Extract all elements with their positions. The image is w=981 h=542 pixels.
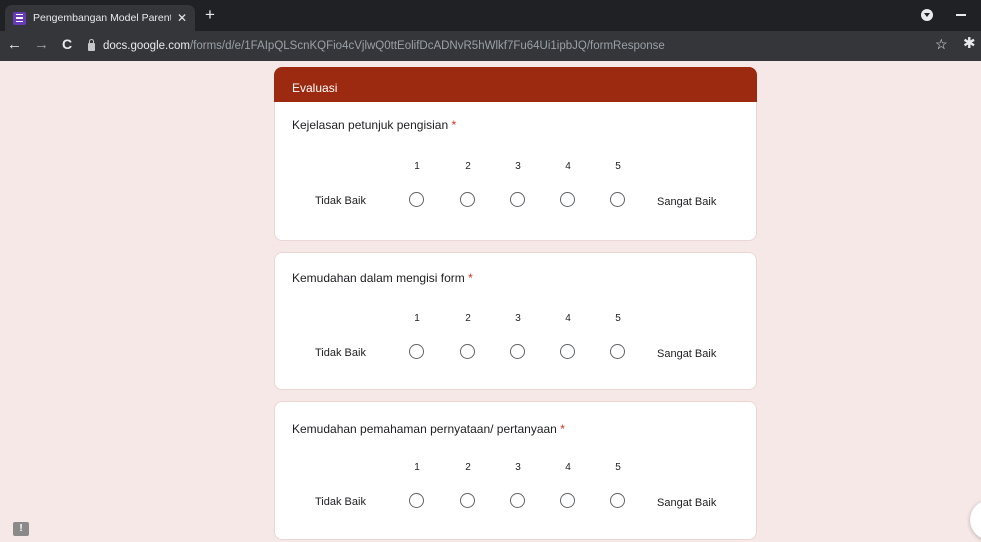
radio-option-4[interactable] (560, 493, 575, 508)
scale-number: 4 (565, 161, 571, 172)
reload-icon[interactable]: C (62, 37, 72, 51)
scale-number: 4 (565, 313, 571, 324)
question-text: Kemudahan dalam mengisi form (292, 271, 465, 285)
scale-number: 5 (615, 313, 621, 324)
radio-option-2[interactable] (460, 192, 475, 207)
radio-option-3[interactable] (510, 344, 525, 359)
scale-number: 5 (615, 161, 621, 172)
bookmark-star-icon[interactable]: ☆ (935, 37, 948, 51)
radio-option-2[interactable] (460, 344, 475, 359)
question-text: Kejelasan petunjuk pengisian (292, 118, 449, 132)
radio-option-1[interactable] (409, 493, 424, 508)
question-title: Kejelasan petunjuk pengisian * (292, 118, 456, 132)
radio-option-5[interactable] (610, 493, 625, 508)
new-tab-icon[interactable]: + (205, 6, 215, 23)
scale-number: 4 (565, 462, 571, 473)
section-header: Evaluasi (274, 67, 757, 102)
url-path: /forms/d/e/1FAIpQLScnKQFio4cVjlwQ0ttEoli… (189, 40, 665, 52)
profile-icon[interactable] (921, 9, 933, 21)
required-asterisk: * (468, 271, 473, 285)
scale-high-label: Sangat Baik (657, 497, 717, 509)
report-problem-icon[interactable]: ! (13, 522, 29, 536)
forward-icon[interactable]: → (34, 37, 49, 52)
scale-number: 1 (414, 161, 420, 172)
minimize-icon[interactable] (956, 14, 966, 16)
scale-number: 1 (414, 462, 420, 473)
scale-low-label: Tidak Baik (315, 347, 366, 359)
radio-option-3[interactable] (510, 192, 525, 207)
question-card: Kemudahan pemahaman pernyataan/ pertanya… (274, 401, 757, 540)
browser-toolbar: ← → C docs.google.com/forms/d/e/1FAIpQLS… (0, 31, 981, 61)
radio-option-1[interactable] (409, 344, 424, 359)
extensions-icon[interactable]: ✱ (963, 36, 976, 51)
browser-tab-bar: Pengembangan Model Parenting ✕ + (0, 0, 981, 31)
scale-number: 2 (465, 462, 471, 473)
radio-option-5[interactable] (610, 192, 625, 207)
scale-high-label: Sangat Baik (657, 196, 717, 208)
question-text: Kemudahan pemahaman pernyataan/ pertanya… (292, 422, 557, 436)
question-card: Kejelasan petunjuk pengisian * 1 2 3 4 5 Tidak… (274, 102, 757, 241)
question-card: Kemudahan dalam mengisi form * 1 2 3 4 5 Tidak… (274, 252, 757, 390)
scale-high-label: Sangat Baik (657, 348, 717, 360)
scale-number: 1 (414, 313, 420, 324)
scale-number: 3 (515, 161, 521, 172)
google-forms-icon (13, 11, 26, 25)
tab-title: Pengembangan Model Parenting (33, 12, 171, 24)
radio-option-4[interactable] (560, 192, 575, 207)
required-asterisk: * (560, 422, 565, 436)
scale-number: 2 (465, 161, 471, 172)
radio-option-4[interactable] (560, 344, 575, 359)
required-asterisk: * (451, 118, 457, 132)
floating-action-button[interactable] (970, 500, 981, 540)
radio-option-3[interactable] (510, 493, 525, 508)
scale-number: 3 (515, 462, 521, 473)
close-tab-icon[interactable]: ✕ (177, 12, 187, 24)
scale-number: 2 (465, 313, 471, 324)
question-title: Kemudahan pemahaman pernyataan/ pertanya… (292, 422, 565, 436)
section-title: Evaluasi (292, 81, 338, 95)
scale-low-label: Tidak Baik (315, 195, 366, 207)
address-bar[interactable]: docs.google.com/forms/d/e/1FAIpQLScnKQFi… (88, 35, 948, 57)
question-title: Kemudahan dalam mengisi form * (292, 271, 473, 285)
back-icon[interactable]: ← (7, 37, 22, 52)
radio-option-5[interactable] (610, 344, 625, 359)
scale-number: 5 (615, 462, 621, 473)
radio-option-2[interactable] (460, 493, 475, 508)
radio-option-1[interactable] (409, 192, 424, 207)
scale-low-label: Tidak Baik (315, 496, 366, 508)
url-host: docs.google.com (103, 40, 190, 52)
browser-tab[interactable]: Pengembangan Model Parenting ✕ (5, 5, 195, 31)
scale-number: 3 (515, 313, 521, 324)
lock-icon[interactable] (88, 39, 95, 51)
